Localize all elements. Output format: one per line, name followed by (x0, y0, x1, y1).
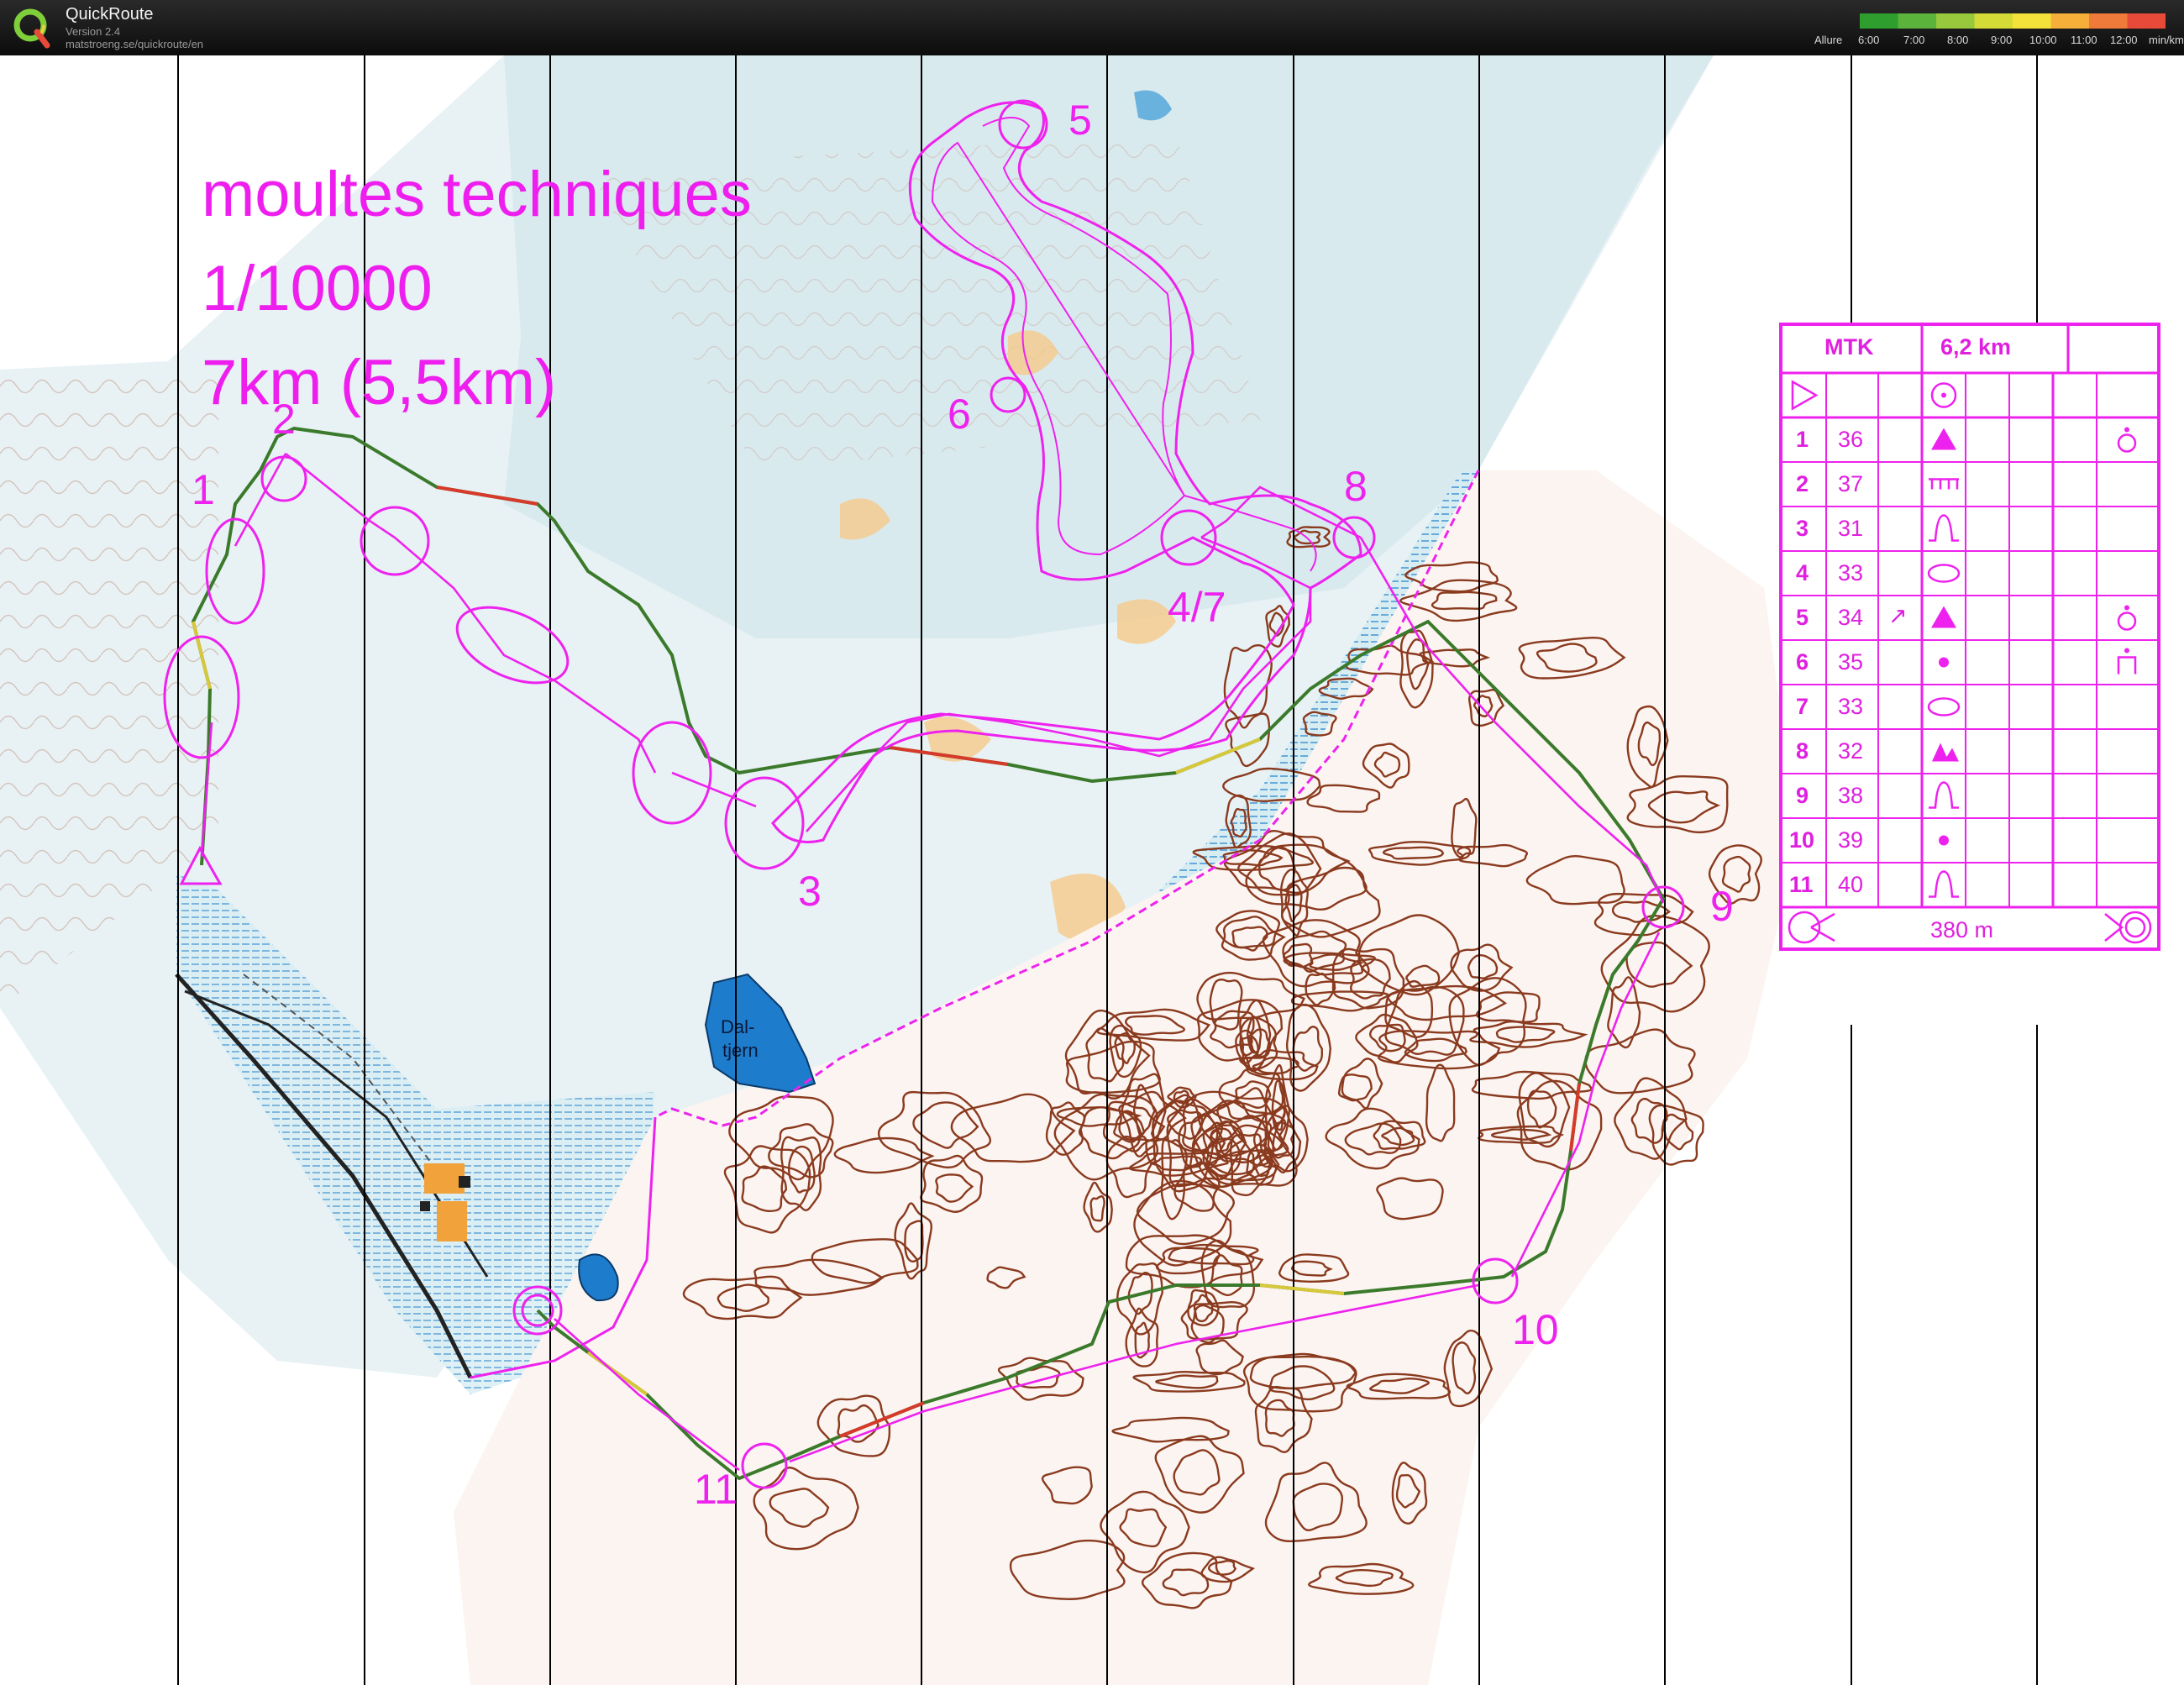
app-version: Version 2.4 (66, 25, 121, 38)
pace-legend-swatch (1936, 13, 1975, 29)
start-location-dot-icon (1941, 392, 1946, 398)
pace-tick: 10:00 (2029, 34, 2057, 46)
card-control-code: 36 (1838, 427, 1864, 452)
app-header: QuickRoute Version 2.4 matstroeng.se/qui… (0, 0, 2184, 55)
pace-legend-swatch (1898, 13, 1937, 29)
card-control-number: 9 (1796, 783, 1809, 808)
control-number: 6 (948, 391, 971, 438)
control-number: 4/7 (1168, 584, 1226, 631)
boulder-dot-icon (1939, 835, 1949, 846)
card-course-length: 6,2 km (1940, 334, 2012, 360)
card-control-number: 5 (1796, 605, 1809, 630)
reentrant-icon (1929, 870, 1959, 898)
control-description-card: MTK 6,2 km 1 36 2 37 3 31 4 33 5 34 ↗ 6 35 7 33 8 32 9 38 1… (1779, 323, 2160, 951)
card-control-code: 32 (1838, 738, 1864, 764)
card-control-code: 34 (1838, 605, 1864, 630)
lake-label: tjern (722, 1040, 759, 1061)
pace-legend-swatch (1974, 13, 2013, 29)
card-control-number: 1 (1796, 427, 1809, 452)
pace-unit: min/km (2149, 34, 2184, 46)
finish-from-control-icon (1810, 912, 1835, 942)
control-number: 10 (1512, 1306, 1559, 1353)
pace-legend-label: Allure (1814, 34, 1843, 46)
pace-tick: 6:00 (1858, 34, 1880, 46)
pace-legend-gradient (1860, 13, 2166, 29)
pace-tick: 8:00 (1947, 34, 1969, 46)
finish-icon (2118, 911, 2152, 944)
pace-legend-swatch (2013, 13, 2051, 29)
manned-control-icon (2117, 656, 2137, 675)
start-triangle-icon (1791, 380, 1819, 411)
boulder-group-icon (1944, 748, 1959, 762)
card-control-code: 33 (1838, 560, 1864, 585)
card-control-code: 40 (1838, 872, 1864, 897)
card-finish-distance: 380 m (1930, 917, 1994, 942)
depression-ellipse-icon (1927, 564, 1961, 583)
card-direction-arrow-icon: ↗ (1888, 603, 1908, 628)
pace-legend-swatch (1860, 13, 1898, 29)
card-event-name: MTK (1824, 334, 1874, 360)
control-number: 1 (192, 466, 215, 513)
finish-icon (2124, 916, 2146, 938)
control-number: 8 (1344, 463, 1368, 510)
knoll-triangle-icon (1931, 428, 1956, 450)
reentrant-icon (1929, 514, 1959, 542)
course-title-line: moultes techniques (202, 159, 752, 230)
app-title: QuickRoute (66, 5, 154, 24)
depression-ellipse-icon (1927, 697, 1961, 717)
pace-legend-swatch (2127, 13, 2166, 29)
course-title: moultes techniques 1/10000 7km (5,5km) (202, 148, 752, 430)
boulder-dot-icon (1939, 657, 1949, 668)
control-number: 11 (694, 1466, 738, 1513)
pace-legend-swatch (2050, 13, 2090, 29)
app-url: matstroeng.se/quickroute/en (66, 38, 204, 50)
pace-tick: 7:00 (1903, 34, 1925, 46)
knoll-triangle-icon (1931, 606, 1956, 628)
control-number: 3 (798, 868, 822, 915)
card-control-number: 3 (1796, 516, 1809, 541)
course-title-line: 1/10000 (202, 253, 433, 324)
lake-label: Dal- (721, 1016, 754, 1037)
reentrant-icon (1929, 781, 1959, 809)
refreshment-point-icon (2117, 612, 2137, 631)
control-number: 5 (1068, 97, 1092, 144)
card-control-code: 39 (1838, 827, 1864, 853)
pace-tick: 9:00 (1991, 34, 2013, 46)
quickroute-logo-icon (13, 8, 50, 49)
refreshment-point-icon (2124, 605, 2129, 611)
card-control-number: 11 (1789, 872, 1814, 897)
pace-legend-swatch (2089, 13, 2128, 29)
card-control-number: 6 (1796, 649, 1809, 675)
card-control-code: 31 (1838, 516, 1864, 541)
card-control-number: 4 (1796, 560, 1809, 585)
refreshment-point-icon (2124, 427, 2129, 433)
card-control-code: 38 (1838, 783, 1864, 808)
pace-tick: 11:00 (2071, 34, 2097, 46)
refreshment-point-icon (2117, 433, 2137, 453)
card-control-number: 8 (1796, 738, 1809, 764)
pace-legend: Allure 6:00 7:00 8:00 9:00 10:00 11:00 1… (1814, 13, 2184, 50)
fence-icon (1929, 478, 1959, 490)
control-number: 9 (1710, 883, 1734, 930)
card-control-code: 35 (1838, 649, 1864, 675)
card-control-number: 10 (1789, 827, 1815, 853)
card-control-number: 7 (1796, 694, 1809, 719)
finish-from-control-icon (1788, 911, 1821, 944)
course-title-line: 7km (5,5km) (202, 347, 557, 418)
card-control-code: 37 (1838, 471, 1864, 496)
pace-tick: 12:00 (2110, 34, 2138, 46)
card-control-number: 2 (1796, 471, 1809, 496)
control-description-grid (1782, 326, 2157, 944)
manned-control-icon (2124, 648, 2129, 654)
card-control-code: 33 (1838, 694, 1864, 719)
